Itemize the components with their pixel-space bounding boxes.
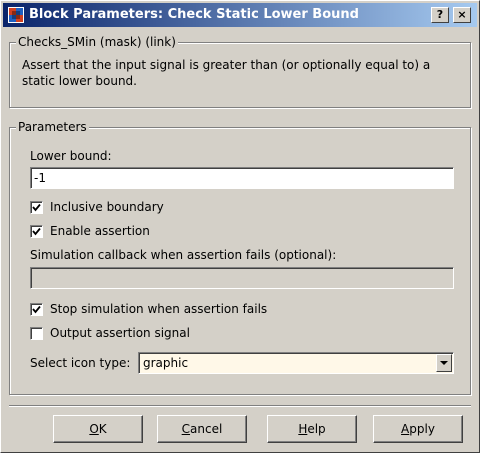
cancel-button[interactable]: Cancel — [157, 415, 247, 443]
help-mnemonic: H — [298, 422, 308, 436]
enable-assertion-checkbox[interactable] — [30, 225, 43, 238]
ok-label-rest: K — [98, 422, 107, 436]
simulink-block-icon — [8, 7, 24, 23]
dropdown-arrow-icon[interactable] — [436, 354, 452, 372]
cancel-label-rest: ancel — [190, 422, 223, 436]
cancel-mnemonic: C — [181, 422, 191, 436]
lower-bound-input[interactable]: -1 — [30, 167, 454, 189]
inclusive-boundary-checkbox[interactable] — [30, 201, 43, 214]
callback-label: Simulation callback when assertion fails… — [30, 248, 337, 262]
checkmark-icon — [32, 305, 41, 314]
apply-button[interactable]: Apply — [373, 415, 463, 443]
inclusive-boundary-label: Inclusive boundary — [50, 200, 164, 214]
callback-input[interactable] — [30, 267, 454, 289]
help-icon[interactable]: ? — [431, 7, 449, 23]
enable-assertion-label: Enable assertion — [50, 224, 150, 238]
icon-type-value: graphic — [143, 356, 189, 370]
ok-button[interactable]: OK — [53, 415, 143, 443]
checkmark-icon — [32, 227, 41, 236]
lower-bound-label: Lower bound: — [30, 149, 112, 163]
ok-mnemonic: O — [89, 422, 99, 436]
parameters-groupbox: Parameters Lower bound: -1 Inclusive bou… — [9, 120, 471, 395]
output-signal-checkbox[interactable] — [30, 327, 43, 340]
parameters-legend: Parameters — [16, 120, 89, 135]
mask-description-line-2: static lower bound. — [22, 74, 137, 88]
stop-simulation-checkbox[interactable] — [30, 303, 43, 316]
icon-type-label: Select icon type: — [30, 356, 131, 370]
close-icon[interactable]: × — [453, 7, 471, 23]
bottom-separator — [9, 405, 471, 407]
mask-description-line-1: Assert that the input signal is greater … — [22, 58, 431, 72]
window-title: Block Parameters: Check Static Lower Bou… — [29, 7, 359, 22]
stop-simulation-label: Stop simulation when assertion fails — [50, 302, 268, 316]
help-label-rest: elp — [307, 422, 326, 436]
icon-type-select[interactable]: graphic — [138, 352, 454, 374]
block-parameters-dialog: Block Parameters: Check Static Lower Bou… — [0, 0, 480, 453]
mask-legend: Checks_SMin (mask) (link) — [16, 35, 178, 50]
output-signal-label: Output assertion signal — [50, 326, 190, 340]
title-bar[interactable]: Block Parameters: Check Static Lower Bou… — [3, 3, 477, 27]
mask-groupbox: Checks_SMin (mask) (link) Assert that th… — [9, 35, 471, 108]
checkmark-icon — [32, 203, 41, 212]
apply-label-rest: pply — [409, 422, 435, 436]
help-button[interactable]: Help — [267, 415, 357, 443]
